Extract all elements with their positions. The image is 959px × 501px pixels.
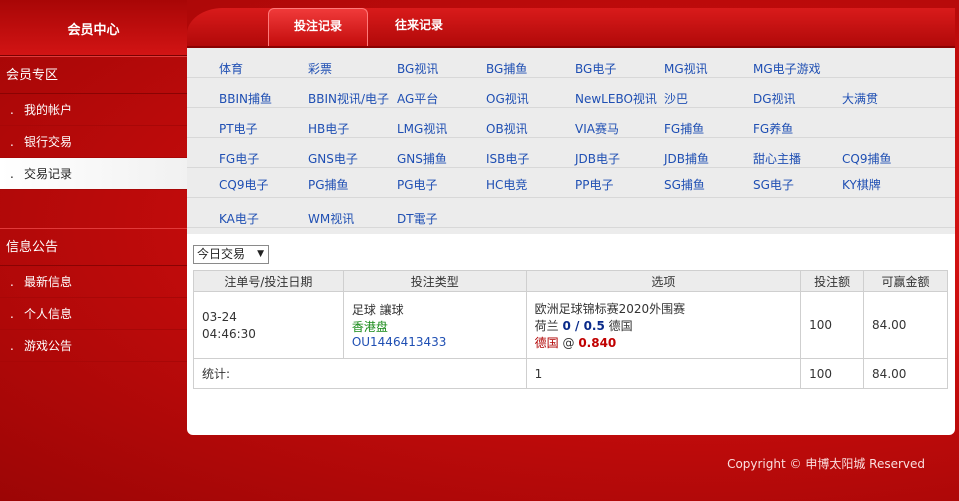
sidebar-item-personal-info[interactable]: . 个人信息	[0, 298, 187, 330]
date-filter-select[interactable]: 今日交易 ▼	[193, 245, 269, 264]
main-panel: 体育 彩票 BG视讯 BG捕鱼 BG电子 MG视讯 MG电子游戏 BBIN捕鱼 BBIN视讯/电…	[187, 48, 955, 435]
game-category-link[interactable]: KA电子	[219, 210, 259, 227]
game-category-link[interactable]: FG养鱼	[753, 120, 793, 137]
stake-cell: 100	[800, 291, 865, 359]
summary-label: 统计:	[193, 358, 527, 389]
tab-bar: 投注记录 往来记录	[187, 8, 955, 48]
game-category-link[interactable]: 彩票	[308, 60, 332, 77]
summary-row: 统计: 1 100 84.00	[193, 358, 948, 389]
sidebar-item-game-announcements[interactable]: . 游戏公告	[0, 330, 187, 362]
game-category-link[interactable]: GNS捕鱼	[397, 150, 447, 167]
column-header: 选项	[525, 270, 802, 292]
game-category-link[interactable]: KY棋牌	[842, 176, 881, 193]
game-category-row: CQ9电子 PG捕鱼 PG电子 HC电竞 PP电子 SG捕鱼 SG电子 KY棋牌	[187, 168, 955, 198]
column-header: 投注类型	[342, 270, 527, 292]
dropdown-arrow-icon: ▼	[257, 249, 264, 259]
bet-records-table: 注单号/投注日期 投注类型 选项 投注额 可赢金额 03-24 04:46:30 …	[193, 270, 948, 389]
table-row: 03-24 04:46:30 足球 讓球 香港盘 OU1446413433 欧洲足球锦…	[193, 291, 948, 359]
game-category-link[interactable]: JDB电子	[575, 150, 620, 167]
column-header: 注单号/投注日期	[193, 270, 344, 292]
sidebar-section-member: 会员专区	[0, 56, 187, 94]
sidebar-section-announcements: 信息公告	[0, 228, 187, 266]
game-category-link[interactable]: SG电子	[753, 176, 794, 193]
game-category-link[interactable]: FG捕鱼	[664, 120, 704, 137]
game-category-link[interactable]: NewLEBO视讯	[575, 90, 657, 107]
game-category-link[interactable]: BBIN捕鱼	[219, 90, 272, 107]
game-category-link[interactable]: BBIN视讯/电子	[308, 90, 389, 107]
summary-stake: 100	[800, 358, 865, 389]
game-category-row: FG电子 GNS电子 GNS捕鱼 ISB电子 JDB电子 JDB捕鱼 甜心主播 CQ9捕鱼	[187, 138, 955, 168]
game-category-link[interactable]: CQ9捕鱼	[842, 150, 891, 167]
game-category-link[interactable]: MG电子游戏	[753, 60, 821, 77]
sidebar-item-bank-transactions[interactable]: . 银行交易	[0, 126, 187, 158]
sidebar-title: 会员中心	[0, 0, 187, 56]
game-category-link[interactable]: AG平台	[397, 90, 438, 107]
game-category-link[interactable]: HC电竞	[486, 176, 527, 193]
tab-bet-records[interactable]: 投注记录	[268, 8, 368, 46]
game-category-row: BBIN捕鱼 BBIN视讯/电子 AG平台 OG视讯 NewLEBO视讯 沙巴 DG视讯 大满…	[187, 78, 955, 108]
game-category-link[interactable]: LMG视讯	[397, 120, 447, 137]
game-category-link[interactable]: CQ9电子	[219, 176, 268, 193]
bet-type-cell: 足球 讓球 香港盘 OU1446413433	[342, 291, 527, 359]
game-category-link[interactable]: PG捕鱼	[308, 176, 349, 193]
summary-count: 1	[525, 358, 802, 389]
game-category-link[interactable]: PG电子	[397, 176, 438, 193]
game-category-grid: 体育 彩票 BG视讯 BG捕鱼 BG电子 MG视讯 MG电子游戏 BBIN捕鱼 BBIN视讯/电…	[187, 48, 955, 234]
game-category-link[interactable]: JDB捕鱼	[664, 150, 709, 167]
game-category-link[interactable]: BG电子	[575, 60, 616, 77]
game-category-link[interactable]: PT电子	[219, 120, 258, 137]
game-category-link[interactable]: MG视讯	[664, 60, 708, 77]
game-category-link[interactable]: SG捕鱼	[664, 176, 705, 193]
table-header-row: 注单号/投注日期 投注类型 选项 投注额 可赢金额	[193, 270, 948, 292]
game-category-link[interactable]: BG视讯	[397, 60, 438, 77]
win-amount-cell: 84.00	[863, 291, 948, 359]
game-category-link[interactable]: OB视讯	[486, 120, 528, 137]
game-category-link[interactable]: GNS电子	[308, 150, 358, 167]
sidebar-item-my-account[interactable]: . 我的帐户	[0, 94, 187, 126]
bet-date-cell: 03-24 04:46:30	[193, 291, 344, 359]
game-category-row: KA电子 WM视讯 DT電子	[187, 198, 955, 228]
game-category-link[interactable]: PP电子	[575, 176, 613, 193]
ticket-number: OU1446413433	[351, 335, 447, 349]
game-category-link[interactable]: BG捕鱼	[486, 60, 527, 77]
game-category-link[interactable]: ISB电子	[486, 150, 529, 167]
sidebar-item-transaction-records[interactable]: . 交易记录	[0, 158, 187, 190]
game-category-link[interactable]: WM视讯	[308, 210, 354, 227]
tab-transfer-records[interactable]: 往来记录	[369, 8, 469, 46]
game-category-row: 体育 彩票 BG视讯 BG捕鱼 BG电子 MG视讯 MG电子游戏	[187, 48, 955, 78]
game-category-link[interactable]: HB电子	[308, 120, 349, 137]
game-category-link[interactable]: 体育	[219, 60, 243, 77]
game-category-link[interactable]: DG视讯	[753, 90, 796, 107]
bet-option-cell: 欧洲足球锦标赛2020外围赛 荷兰 0 / 0.5 德国 德国 @ 0.840	[525, 291, 802, 359]
game-category-link[interactable]: 沙巴	[664, 90, 688, 107]
game-category-link[interactable]: OG视讯	[486, 90, 529, 107]
game-category-link[interactable]: FG电子	[219, 150, 259, 167]
game-category-link[interactable]: 甜心主播	[753, 150, 801, 167]
copyright-footer: Copyright © 申博太阳城 Reserved	[727, 457, 925, 471]
game-category-link[interactable]: DT電子	[397, 210, 438, 227]
sidebar-item-latest-news[interactable]: . 最新信息	[0, 266, 187, 298]
column-header: 投注额	[800, 270, 865, 292]
game-category-row: PT电子 HB电子 LMG视讯 OB视讯 VIA赛马 FG捕鱼 FG养鱼	[187, 108, 955, 138]
sidebar: 会员中心 会员专区 . 我的帐户 . 银行交易 . 交易记录 信息公告 . 最新信息 .…	[0, 0, 187, 501]
column-header: 可赢金额	[863, 270, 948, 292]
game-category-link[interactable]: 大满贯	[842, 90, 878, 107]
game-category-link[interactable]: VIA赛马	[575, 120, 619, 137]
summary-win: 84.00	[863, 358, 948, 389]
